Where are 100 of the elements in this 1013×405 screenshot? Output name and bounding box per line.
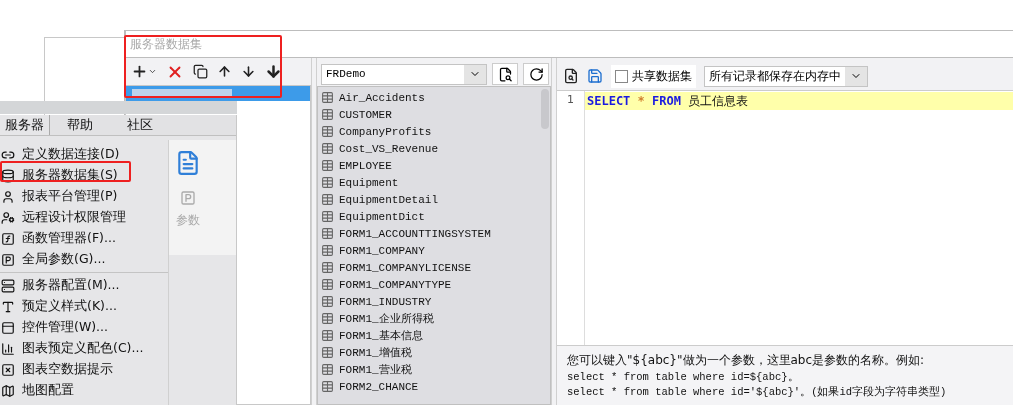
text-style-icon (1, 299, 15, 314)
table-icon (321, 91, 334, 104)
connection-select[interactable]: FRDemo (321, 63, 488, 85)
table-item[interactable]: Equipment (318, 174, 540, 191)
menu-tab[interactable]: 服务器 (0, 115, 50, 135)
menu-item[interactable]: 服务器配置(M)... (0, 275, 168, 296)
table-item[interactable]: FORM1_COMPANY (318, 242, 540, 259)
menu-item[interactable]: 全局参数(G)... (0, 249, 168, 270)
user-settings-icon (1, 210, 15, 225)
menu-tab[interactable]: 帮助 (50, 115, 110, 135)
table-icon (321, 380, 334, 393)
table-item[interactable]: EMPLOYEE (318, 157, 540, 174)
connection-settings-button[interactable] (492, 63, 519, 85)
table-name: CUSTOMER (339, 108, 392, 121)
move-bottom-button[interactable] (265, 63, 282, 80)
table-item[interactable]: FORM1_营业税 (318, 361, 540, 378)
hint-text: select * from table where id='${abc}'。(如果id字段为字符串类型) (567, 385, 948, 399)
cache-mode-select[interactable]: 所有记录都保存在内存中 (704, 65, 868, 87)
table-icon (321, 227, 334, 240)
table-icon (321, 176, 334, 189)
parameter-icon (179, 190, 196, 206)
refresh-button[interactable] (523, 63, 549, 85)
menu-item[interactable]: 服务器数据集(S) (0, 165, 168, 186)
widget-icon (1, 320, 15, 335)
table-name: FORM1_INDUSTRY (339, 295, 432, 308)
table-name: FORM1_基本信息 (339, 329, 423, 343)
plus-icon (131, 63, 148, 80)
table-name: FORM1_增值税 (339, 346, 412, 360)
table-name: FORM1_COMPANY (339, 244, 425, 257)
table-icon (321, 295, 334, 308)
menu-item[interactable]: 远程设计权限管理 (0, 207, 168, 228)
preview-icon (563, 68, 579, 84)
menu-item[interactable]: 地图配置 (0, 380, 168, 401)
server-icon (1, 278, 15, 293)
refresh-icon (528, 66, 544, 82)
table-name: FORM1_营业税 (339, 363, 412, 377)
move-up-button[interactable] (217, 64, 232, 79)
hint-text: 您可以键入"${abc}"做为一个参数，这里abc是参数的名称。例如: (567, 352, 926, 369)
table-icon (321, 312, 334, 325)
table-item[interactable]: CUSTOMER (318, 106, 540, 123)
map-icon (1, 383, 15, 398)
parameter-icon (1, 252, 15, 267)
table-name: FORM1_COMPANYTYPE (339, 278, 452, 291)
table-name: EMPLOYEE (339, 159, 392, 172)
table-icon (321, 159, 334, 172)
share-checkbox[interactable]: 共享数据集 (611, 64, 696, 88)
menu-item[interactable]: 报表平台管理(P) (0, 186, 168, 207)
sql-editor[interactable]: 1 SELECT * FROM 员工信息表 (557, 90, 1013, 345)
menu-item[interactable]: 控件管理(W)... (0, 317, 168, 338)
table-name: Equipment (339, 176, 399, 189)
table-name: FORM1_企业所得税 (339, 312, 434, 326)
table-item[interactable]: FORM1_ACCOUNTTINGSYSTEM (318, 225, 540, 242)
save-button[interactable] (587, 68, 603, 84)
table-item[interactable]: EquipmentDict (318, 208, 540, 225)
table-name: Cost_VS_Revenue (339, 142, 439, 155)
move-down-button[interactable] (241, 64, 256, 79)
arrow-down-icon (265, 63, 282, 80)
table-item[interactable]: EquipmentDetail (318, 191, 540, 208)
caret-icon (148, 67, 157, 76)
scrollbar-thumb[interactable] (541, 89, 549, 129)
menu-item[interactable]: 定义数据连接(D) (0, 144, 168, 165)
table-icon (321, 363, 334, 376)
table-item[interactable]: Air_Accidents (318, 89, 540, 106)
copy-icon (193, 64, 208, 79)
checkbox-label: 共享数据集 (632, 67, 692, 85)
table-item[interactable]: Cost_VS_Revenue (318, 140, 540, 157)
table-item[interactable]: FORM1_基本信息 (318, 327, 540, 344)
user-icon (1, 189, 15, 204)
table-item[interactable]: CompanyProfits (318, 123, 540, 140)
table-icon (321, 244, 334, 257)
document-search-icon (497, 66, 513, 82)
hint-text: select * from table where id=${abc}。 (567, 370, 800, 384)
table-name: Air_Accidents (339, 91, 425, 104)
table-icon (321, 108, 334, 121)
table-name: FORM1_COMPANYLICENSE (339, 261, 472, 274)
table-item[interactable]: FORM1_企业所得税 (318, 310, 540, 327)
table-item[interactable]: FORM1_INDUSTRY (318, 293, 540, 310)
table-icon (321, 346, 334, 359)
dialog-title: 服务器数据集 (125, 30, 1013, 58)
menu-item[interactable]: 图表空数据提示 (0, 359, 168, 380)
preview-button[interactable] (563, 68, 579, 84)
add-button[interactable] (131, 63, 157, 80)
table-name: FORM2_CHANCE (339, 380, 419, 393)
table-name: EquipmentDict (339, 210, 425, 223)
table-icon (321, 142, 334, 155)
table-item[interactable]: FORM1_增值税 (318, 344, 540, 361)
table-name: FORM1_ACCOUNTTINGSYSTEM (339, 227, 491, 240)
menu-item[interactable]: 函数管理器(F)... (0, 228, 168, 249)
menu-item[interactable]: 预定义样式(K)... (0, 296, 168, 317)
menu-item[interactable]: 图表预定义配色(C)... (0, 338, 168, 359)
table-item[interactable]: FORM1_COMPANYLICENSE (318, 259, 540, 276)
copy-button[interactable] (193, 64, 208, 79)
function-icon (1, 231, 15, 246)
menu-tab[interactable]: 社区 (110, 115, 170, 135)
arrow-down-icon (241, 64, 256, 79)
checkbox-box[interactable] (615, 69, 628, 83)
database-icon (1, 168, 15, 183)
table-item[interactable]: FORM1_COMPANYTYPE (318, 276, 540, 293)
table-item[interactable]: FORM2_CHANCE (318, 378, 540, 395)
table-icon (321, 210, 334, 223)
